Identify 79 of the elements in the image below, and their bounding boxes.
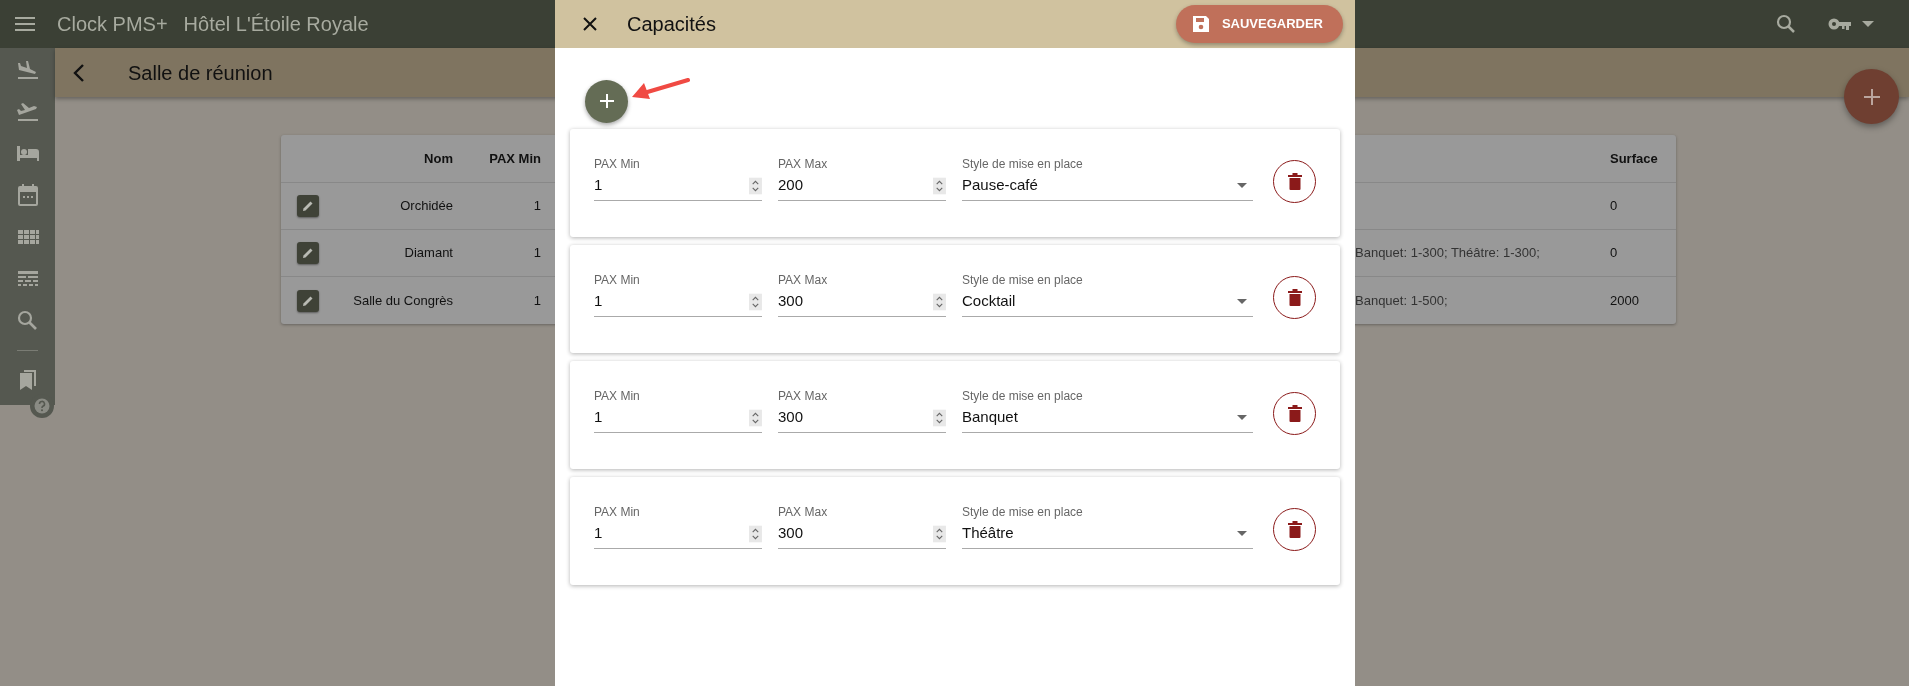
delete-button[interactable]	[1273, 160, 1316, 203]
field-label: PAX Min	[594, 389, 641, 403]
input-field[interactable]: 300	[778, 290, 934, 313]
trash-icon	[1287, 405, 1302, 422]
table-cell-text: 0	[1610, 244, 1619, 263]
edit-button[interactable]	[297, 195, 319, 217]
delete-button[interactable]	[1273, 508, 1316, 551]
spinner-icon[interactable]	[749, 292, 762, 311]
table-cell-text: Salle du Congrès	[352, 291, 454, 310]
input-field[interactable]: 200	[778, 174, 934, 197]
pencil-icon	[302, 247, 314, 259]
search-icon[interactable]	[1776, 14, 1796, 34]
caret-icon[interactable]	[1862, 21, 1874, 27]
column-header: Surface	[1610, 149, 1659, 168]
input-field[interactable]: 1	[594, 406, 750, 429]
trash-icon	[1287, 173, 1302, 190]
pencil-icon	[302, 294, 314, 307]
table-cell-text: 1	[532, 244, 542, 263]
table-cell-text: Diamant	[403, 244, 454, 263]
table-cell-text: Orchidée	[399, 197, 454, 216]
spinner-icon[interactable]	[749, 408, 762, 427]
field-label: PAX Min	[594, 505, 641, 519]
input-field[interactable]: 300	[778, 406, 934, 429]
close-icon[interactable]	[583, 17, 597, 31]
spinner-icon[interactable]	[749, 176, 762, 195]
page-title: Salle de réunion	[128, 60, 273, 86]
table-cell-text: Banquet: 1-500;	[1355, 291, 1449, 310]
field-label: PAX Min	[594, 157, 641, 171]
delete-button[interactable]	[1273, 392, 1316, 435]
input-field[interactable]: 1	[594, 174, 750, 197]
field-label: PAX Max	[778, 157, 829, 171]
field-label: Style de mise en place	[962, 389, 1084, 403]
spinner-icon[interactable]	[933, 524, 946, 543]
key-icon[interactable]	[1828, 17, 1852, 31]
dialog-title: Capacités	[627, 12, 716, 37]
delete-button[interactable]	[1273, 276, 1316, 319]
dropdown-field[interactable]: Cocktail	[962, 287, 1253, 317]
input-field[interactable]: 300	[778, 522, 934, 545]
column-header: Nom	[423, 149, 454, 168]
field-label: PAX Max	[778, 505, 829, 519]
pencil-icon	[302, 200, 314, 212]
table-cell-text: 0	[1610, 197, 1619, 216]
plus-icon	[598, 93, 615, 109]
add-button[interactable]	[585, 79, 628, 123]
spinner-icon[interactable]	[749, 524, 762, 543]
caret-icon	[1237, 299, 1247, 304]
field-label: PAX Min	[594, 273, 641, 287]
menu-icon[interactable]	[15, 16, 35, 32]
column-header: PAX Min	[488, 149, 542, 168]
dropdown-field[interactable]: Banquet	[962, 403, 1253, 433]
plus-icon	[1861, 86, 1882, 107]
calendar-icon[interactable]	[15, 183, 40, 207]
hotel-name: Hôtel L'Étoile Royale	[183, 12, 369, 37]
dropdown-field[interactable]: Pause-café	[962, 171, 1253, 201]
table-cell-text: 1	[532, 197, 542, 216]
spinner-icon[interactable]	[933, 292, 946, 311]
field-label: Style de mise en place	[962, 157, 1084, 171]
dropdown-field[interactable]: Théâtre	[962, 519, 1253, 549]
table-cell-text: 1	[532, 291, 542, 310]
edit-button[interactable]	[297, 242, 319, 264]
trash-icon	[1287, 289, 1302, 306]
caret-icon	[1237, 531, 1247, 536]
table-cell-text: 2000	[1610, 291, 1640, 310]
input-field[interactable]: 1	[594, 522, 750, 545]
field-label: Style de mise en place	[962, 505, 1084, 519]
input-field[interactable]: 1	[594, 290, 750, 313]
spinner-icon[interactable]	[933, 408, 946, 427]
trash-icon	[1287, 521, 1302, 538]
spinner-icon[interactable]	[933, 176, 946, 195]
caret-icon	[1237, 183, 1247, 188]
app-name: Clock PMS+	[57, 12, 168, 37]
field-label: PAX Max	[778, 389, 829, 403]
back-icon[interactable]	[73, 63, 85, 82]
edit-button[interactable]	[297, 289, 319, 312]
field-label: PAX Max	[778, 273, 829, 287]
caret-icon	[1237, 415, 1247, 420]
field-label: Style de mise en place	[962, 273, 1084, 287]
save-button[interactable]: SAUVEGARDER	[1175, 5, 1343, 43]
table-cell-text: Banquet: 1-300; Théâtre: 1-300;	[1355, 244, 1541, 263]
